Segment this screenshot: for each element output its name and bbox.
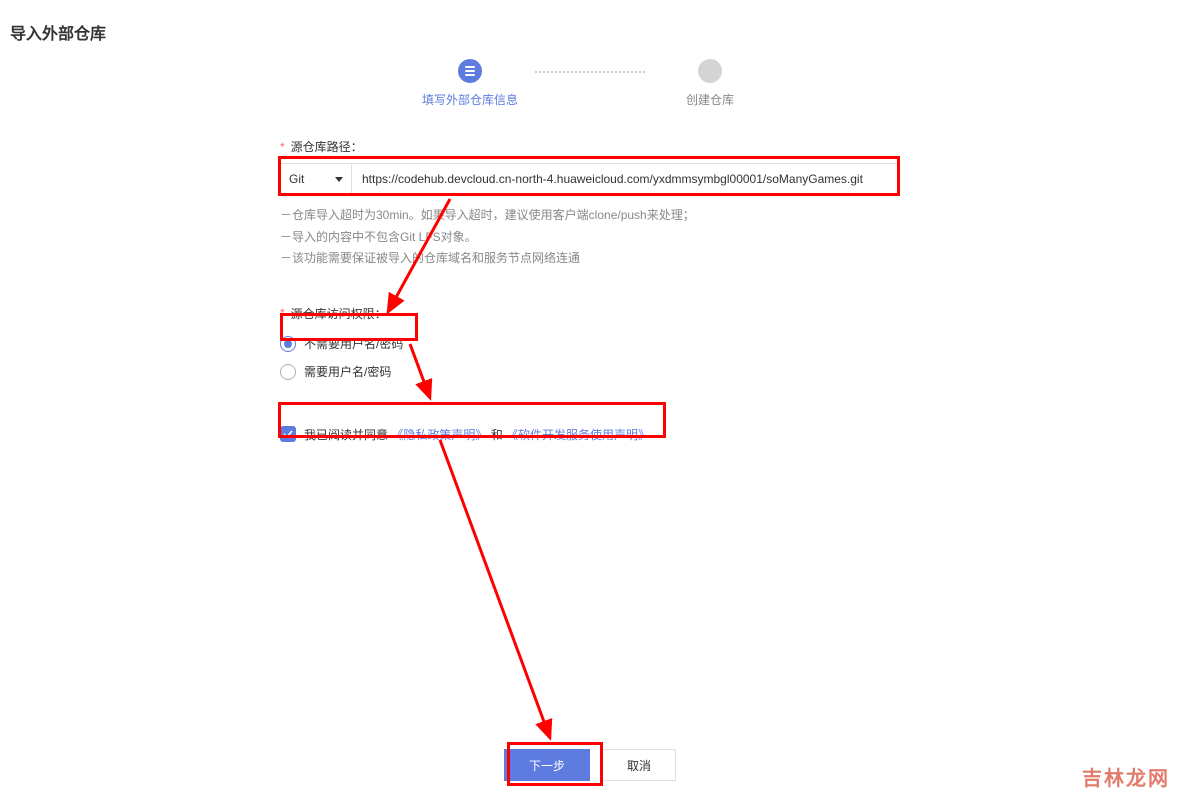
- radio-icon: [280, 336, 296, 352]
- required-marker: *: [280, 306, 285, 320]
- agreement-text: 我已阅读并同意 《隐私政策声明》 和 《软件开发服务使用声明》: [304, 426, 650, 443]
- hint-1: －仓库导入超时为30min。如果导入超时，建议使用客户端clone/push来处…: [280, 205, 900, 227]
- form-area: * 源仓库路径： Git －仓库导入超时为30min。如果导入超时，建议使用客户…: [280, 138, 900, 443]
- step-icon-inactive: [698, 59, 722, 83]
- access-label-text: 源仓库访问权限：: [291, 305, 387, 322]
- hint-2: －导入的内容中不包含Git LFS对象。: [280, 227, 900, 249]
- footer: 下一步 取消: [0, 729, 1180, 781]
- source-input-group: Git: [280, 163, 900, 195]
- caret-down-icon: [335, 177, 343, 182]
- step-fill-info: 填写外部仓库信息: [405, 59, 535, 108]
- step-connector: [535, 71, 645, 73]
- access-label: * 源仓库访问权限：: [280, 305, 900, 322]
- protocol-select[interactable]: Git: [280, 163, 352, 195]
- stepper: 填写外部仓库信息 创建仓库: [0, 59, 1180, 108]
- step-icon-active: [458, 59, 482, 83]
- access-section: * 源仓库访问权限： 不需要用户名/密码 需要用户名/密码: [280, 305, 900, 386]
- source-path-label-text: 源仓库路径：: [291, 138, 363, 155]
- agreement-checkbox[interactable]: [280, 426, 296, 442]
- radio-icon: [280, 364, 296, 380]
- agreement-joiner: 和: [491, 428, 506, 442]
- source-path-row: * 源仓库路径： Git －仓库导入超时为30min。如果导入超时，建议使用客户…: [280, 138, 900, 270]
- radio-no-auth[interactable]: 不需要用户名/密码: [280, 330, 900, 358]
- hint-3: －该功能需要保证被导入的仓库域名和服务节点网络连通: [280, 248, 900, 270]
- step-create-repo: 创建仓库: [645, 59, 775, 108]
- agreement-row: 我已阅读并同意 《隐私政策声明》 和 《软件开发服务使用声明》: [280, 426, 900, 443]
- cancel-button[interactable]: 取消: [602, 749, 676, 781]
- source-path-label: * 源仓库路径：: [280, 138, 900, 155]
- annotation-arrow-3: [430, 436, 590, 746]
- next-button[interactable]: 下一步: [504, 749, 590, 781]
- access-radio-group: 不需要用户名/密码 需要用户名/密码: [280, 330, 900, 386]
- page-title: 导入外部仓库: [0, 0, 1180, 44]
- check-icon: [283, 429, 293, 439]
- service-link[interactable]: 《软件开发服务使用声明》: [506, 428, 650, 442]
- hints: －仓库导入超时为30min。如果导入超时，建议使用客户端clone/push来处…: [280, 205, 900, 270]
- step-label-1: 填写外部仓库信息: [422, 91, 518, 108]
- required-marker: *: [280, 140, 285, 154]
- radio-no-auth-label: 不需要用户名/密码: [304, 335, 403, 352]
- repo-url-input[interactable]: [352, 163, 900, 195]
- protocol-value: Git: [289, 172, 304, 186]
- step-label-2: 创建仓库: [686, 91, 734, 108]
- radio-auth[interactable]: 需要用户名/密码: [280, 358, 900, 386]
- privacy-link[interactable]: 《隐私政策声明》: [391, 428, 487, 442]
- watermark: 吉林龙网: [1082, 762, 1170, 791]
- agreement-prefix: 我已阅读并同意: [304, 428, 391, 442]
- radio-auth-label: 需要用户名/密码: [304, 363, 391, 380]
